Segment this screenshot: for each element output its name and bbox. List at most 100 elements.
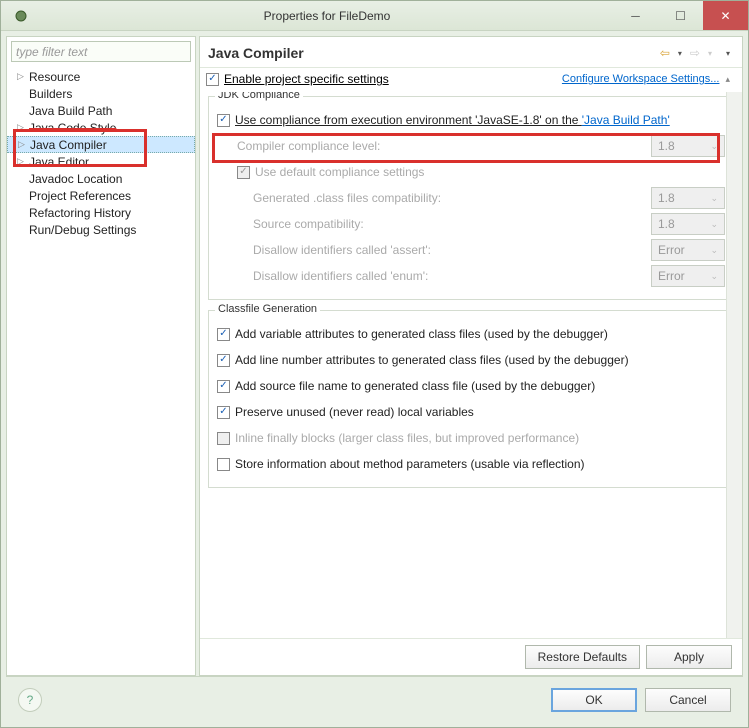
add-var-checkbox[interactable] [217, 328, 230, 341]
compiler-level-value: 1.8 [658, 139, 675, 153]
back-arrow-icon[interactable]: ⇦ [660, 46, 670, 60]
disallow-assert-label: Disallow identifiers called 'assert': [253, 243, 431, 257]
panel-title: Java Compiler [208, 45, 660, 61]
sidebar-item-label: Java Build Path [29, 104, 112, 118]
disallow-enum-label: Disallow identifiers called 'enum': [253, 269, 428, 283]
use-default-label: Use default compliance settings [255, 165, 424, 179]
store-info-label: Store information about method parameter… [235, 457, 585, 471]
forward-arrow-icon[interactable]: ⇨ [690, 46, 700, 60]
restore-defaults-label: Restore Defaults [538, 650, 627, 664]
add-source-checkbox[interactable] [217, 380, 230, 393]
panel-header: Java Compiler ⇦ ▾ ⇨ ▾ ▾ [200, 45, 742, 67]
disallow-enum-select: Error⌄ [651, 265, 725, 287]
add-source-label: Add source file name to generated class … [235, 379, 595, 393]
inline-row: Inline finally blocks (larger class file… [217, 427, 725, 449]
apply-label: Apply [674, 650, 704, 664]
configure-workspace-link[interactable]: Configure Workspace Settings... [562, 73, 720, 85]
add-line-label: Add line number attributes to generated … [235, 353, 629, 367]
sidebar-item-java-compiler[interactable]: ▷Java Compiler [7, 136, 195, 153]
classfile-group: Classfile Generation Add variable attrib… [208, 310, 734, 488]
main-row: ▷Resource Builders Java Build Path ▷Java… [6, 36, 743, 676]
window-controls: ─ ☐ ✕ [613, 1, 748, 30]
chevron-down-icon: ⌄ [710, 245, 718, 256]
disallow-assert-select: Error ⌄ [651, 239, 725, 261]
jdk-group-title: JDK Compliance [215, 92, 303, 101]
sidebar-item-label: Builders [29, 87, 72, 101]
help-icon[interactable]: ? [18, 688, 42, 712]
main-panel: Java Compiler ⇦ ▾ ⇨ ▾ ▾ Enable project s… [199, 36, 743, 676]
cancel-button[interactable]: Cancel [645, 688, 731, 712]
gen-class-select: 1.8⌄ [651, 187, 725, 209]
restore-defaults-button[interactable]: Restore Defaults [525, 645, 640, 669]
inline-label: Inline finally blocks (larger class file… [235, 431, 579, 445]
sidebar-item-label: Java Code Style [29, 121, 116, 135]
sidebar-item-label: Run/Debug Settings [29, 223, 136, 237]
use-default-checkbox [237, 166, 250, 179]
source-compat-select: 1.8 ⌄ [651, 213, 725, 235]
store-info-checkbox[interactable] [217, 458, 230, 471]
dialog-footer: ? OK Cancel [6, 676, 743, 722]
use-compliance-label: Use compliance from execution environmen… [235, 113, 670, 127]
use-default-row: Use default compliance settings [217, 161, 725, 183]
use-compliance-row: Use compliance from execution environmen… [217, 109, 725, 131]
vertical-scrollbar[interactable] [726, 92, 742, 638]
sidebar-item-resource[interactable]: ▷Resource [7, 68, 195, 85]
compiler-level-label: Compiler compliance level: [237, 139, 380, 153]
ok-button[interactable]: OK [551, 688, 637, 712]
back-menu-caret-icon[interactable]: ▾ [678, 49, 682, 58]
sidebar-item-java-code-style[interactable]: ▷Java Code Style [7, 119, 195, 136]
jdk-compliance-group: JDK Compliance Use compliance from execu… [208, 96, 734, 300]
titlebar: Properties for FileDemo ─ ☐ ✕ [1, 1, 748, 31]
chevron-down-icon: ⌄ [710, 219, 718, 230]
filter-input[interactable] [11, 41, 191, 62]
add-var-row: Add variable attributes to generated cla… [217, 323, 725, 345]
nav-tree: ▷Resource Builders Java Build Path ▷Java… [7, 66, 195, 240]
preserve-row: Preserve unused (never read) local varia… [217, 401, 725, 423]
sidebar-item-javadoc-location[interactable]: Javadoc Location [7, 170, 195, 187]
disallow-enum-row: Disallow identifiers called 'enum': Erro… [217, 265, 725, 287]
panel-buttons: Restore Defaults Apply [200, 638, 742, 675]
use-compliance-checkbox[interactable] [217, 114, 230, 127]
apply-button[interactable]: Apply [646, 645, 732, 669]
source-compat-label: Source compatibility: [253, 217, 364, 231]
sidebar-item-label: Project References [29, 189, 131, 203]
window-title: Properties for FileDemo [41, 9, 613, 23]
add-var-label: Add variable attributes to generated cla… [235, 327, 608, 341]
scroll-up-indicator-icon: ▴ [725, 74, 730, 85]
sidebar-item-label: Javadoc Location [29, 172, 122, 186]
inline-checkbox [217, 432, 230, 445]
window-icon [1, 9, 41, 23]
sidebar-item-refactoring-history[interactable]: Refactoring History [7, 204, 195, 221]
store-info-row: Store information about method parameter… [217, 453, 725, 475]
compiler-level-select[interactable]: 1.8 ⌄ [651, 135, 725, 157]
footer-buttons: OK Cancel [551, 688, 731, 712]
content: ▷Resource Builders Java Build Path ▷Java… [1, 31, 748, 727]
compiler-level-row: Compiler compliance level: 1.8 ⌄ [217, 135, 725, 157]
enable-project-checkbox[interactable] [206, 73, 219, 86]
close-button[interactable]: ✕ [703, 1, 748, 30]
disallow-assert-row: Disallow identifiers called 'assert': Er… [217, 239, 725, 261]
add-source-row: Add source file name to generated class … [217, 375, 725, 397]
disallow-assert-value: Error [658, 243, 685, 257]
preserve-checkbox[interactable] [217, 406, 230, 419]
chevron-down-icon: ⌄ [710, 141, 718, 152]
enable-project-row: Enable project specific settings Configu… [200, 67, 742, 92]
maximize-button[interactable]: ☐ [658, 1, 703, 30]
java-build-path-link[interactable]: 'Java Build Path' [582, 113, 670, 127]
sidebar-item-java-build-path[interactable]: Java Build Path [7, 102, 195, 119]
sidebar-item-label: Java Editor [29, 155, 89, 169]
use-compliance-text: Use compliance from execution environmen… [235, 113, 582, 127]
ok-label: OK [585, 693, 602, 707]
sidebar-item-java-editor[interactable]: ▷Java Editor [7, 153, 195, 170]
view-menu-caret-icon[interactable]: ▾ [726, 49, 730, 58]
forward-menu-caret-icon[interactable]: ▾ [708, 49, 712, 58]
sidebar-item-project-references[interactable]: Project References [7, 187, 195, 204]
source-compat-value: 1.8 [658, 217, 675, 231]
source-compat-row: Source compatibility: 1.8 ⌄ [217, 213, 725, 235]
sidebar-item-label: Refactoring History [29, 206, 131, 220]
add-line-checkbox[interactable] [217, 354, 230, 367]
sidebar-item-run-debug-settings[interactable]: Run/Debug Settings [7, 221, 195, 238]
sidebar-item-builders[interactable]: Builders [7, 85, 195, 102]
minimize-button[interactable]: ─ [613, 1, 658, 30]
sidebar: ▷Resource Builders Java Build Path ▷Java… [6, 36, 196, 676]
